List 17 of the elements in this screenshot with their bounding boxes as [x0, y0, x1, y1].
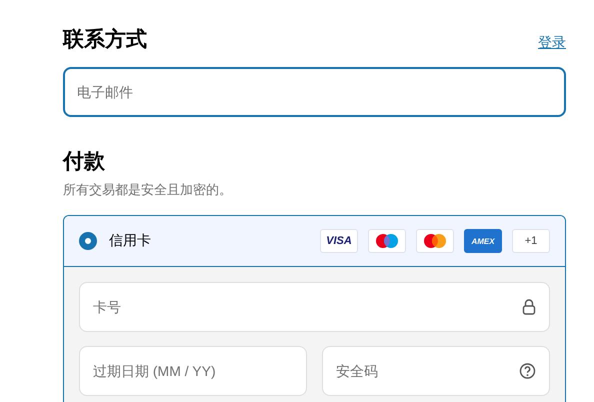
- security-note: 所有交易都是安全且加密的。: [63, 181, 233, 199]
- expiry-date-field[interactable]: 过期日期 (MM / YY): [79, 346, 307, 396]
- amex-card-logo: AMEX: [464, 229, 502, 253]
- email-field[interactable]: 电子邮件: [63, 67, 566, 117]
- security-code-field[interactable]: 安全码: [322, 346, 550, 396]
- section-title: 付款: [63, 149, 106, 175]
- card-number-field[interactable]: 卡号: [79, 282, 550, 332]
- section-title: 联系方式: [63, 26, 147, 53]
- login-link[interactable]: 登录: [538, 34, 566, 52]
- visa-card-logo: VISA: [320, 229, 358, 253]
- lock-icon: [522, 299, 536, 315]
- more-cards-badge: +1: [512, 229, 550, 253]
- circles-logo-icon: [373, 232, 401, 250]
- circles-logo-icon: [421, 232, 449, 250]
- payment-method-label: 信用卡: [109, 232, 152, 250]
- radio-button[interactable]: [79, 232, 97, 250]
- help-icon: [519, 362, 536, 380]
